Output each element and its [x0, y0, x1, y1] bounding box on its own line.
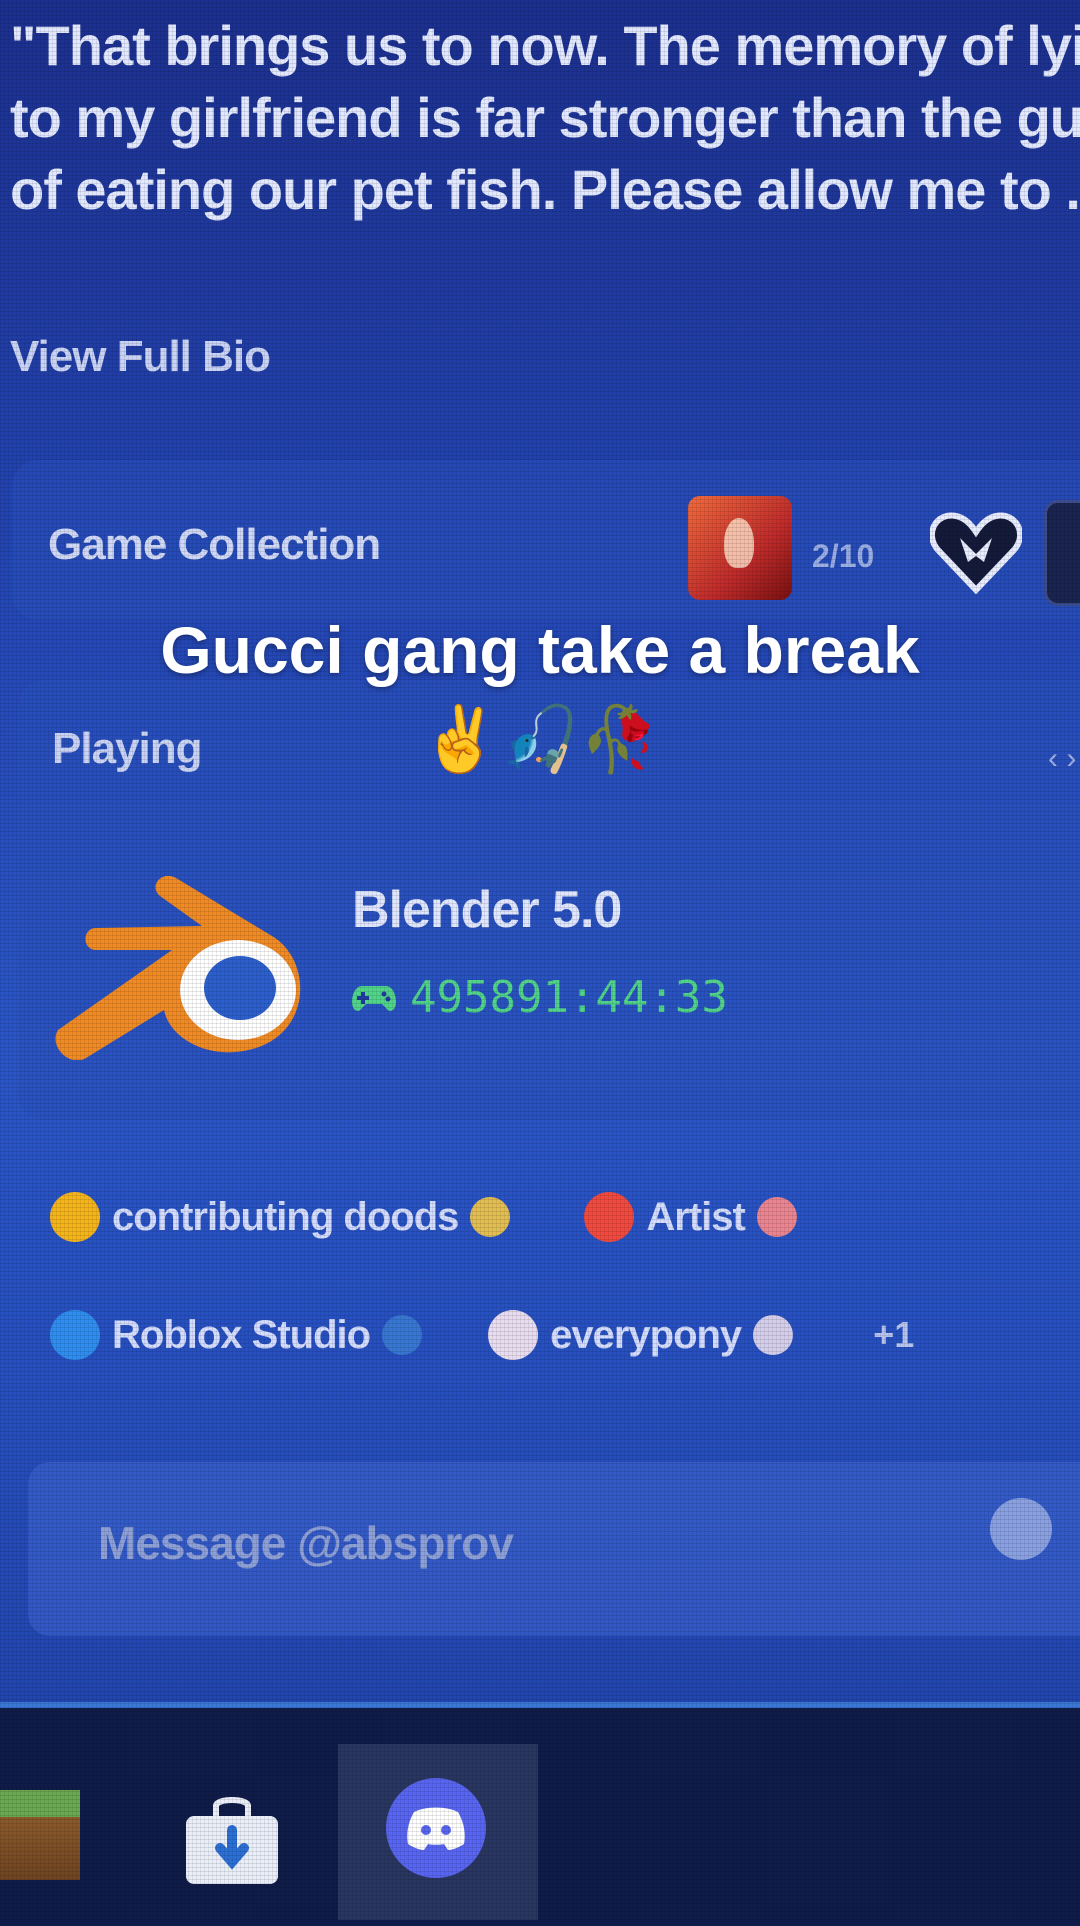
store-icon[interactable] — [182, 1794, 282, 1886]
elapsed-time-text: 495891:44:33 — [410, 972, 728, 1023]
game-thumbnail[interactable] — [688, 496, 792, 600]
game-collection-count: 2/10 — [812, 538, 875, 574]
bio-line: of eating our pet fish. Please allow me … — [10, 158, 1080, 221]
role-tag[interactable]: contributing doods — [50, 1192, 511, 1242]
role-badge-icon — [756, 1197, 797, 1237]
minecraft-icon[interactable] — [0, 1790, 80, 1880]
role-color-dot — [488, 1310, 539, 1360]
game-collection-label: Game Collection — [48, 520, 381, 569]
role-badge-icon — [753, 1315, 794, 1355]
bio-line: "That brings us to now. The memory of ly… — [10, 14, 1080, 77]
heart-game-icon[interactable] — [930, 510, 1022, 594]
role-color-dot — [584, 1192, 635, 1242]
more-roles-button[interactable]: +1 — [873, 1314, 914, 1356]
role-name: contributing doods — [112, 1194, 459, 1239]
role-badge-icon — [470, 1197, 511, 1237]
activity-elapsed-time: 495891:44:33 — [352, 972, 728, 1023]
gamepad-icon — [352, 985, 396, 1011]
message-input[interactable]: Message @absprov — [98, 1516, 514, 1570]
role-name: Roblox Studio — [112, 1312, 371, 1357]
roles-row: contributing doods Artist — [50, 1192, 847, 1242]
roles-row: Roblox Studio everypony +1 — [50, 1310, 914, 1360]
overlay-emoji: ✌️🎣🥀 — [420, 703, 660, 777]
overlay-caption: Gucci gang take a break — [160, 613, 920, 687]
emoji-icon[interactable] — [990, 1498, 1052, 1560]
discord-icon[interactable] — [386, 1778, 486, 1878]
profile-bio: "That brings us to now. The memory of ly… — [10, 10, 1080, 226]
role-badge-icon — [382, 1315, 423, 1355]
game-thumbnail[interactable] — [1044, 500, 1080, 606]
discord-logo-icon — [407, 1807, 465, 1850]
game-collection-card[interactable]: Game Collection 2/10 — [12, 460, 1080, 620]
taskbar — [0, 1702, 1080, 1926]
role-name: everypony — [550, 1312, 742, 1357]
bio-line: to my girlfriend is far stronger than th… — [10, 86, 1080, 149]
blender-icon — [55, 876, 301, 1060]
role-tag[interactable]: Roblox Studio — [50, 1310, 423, 1360]
role-color-dot — [50, 1192, 100, 1242]
role-tag[interactable]: Artist — [584, 1192, 797, 1242]
view-full-bio-link[interactable]: View Full Bio — [10, 332, 271, 382]
role-color-dot — [50, 1310, 100, 1360]
activity-game-title: Blender 5.0 — [352, 881, 622, 939]
role-tag[interactable]: everypony — [488, 1310, 794, 1360]
role-name: Artist — [646, 1194, 745, 1239]
